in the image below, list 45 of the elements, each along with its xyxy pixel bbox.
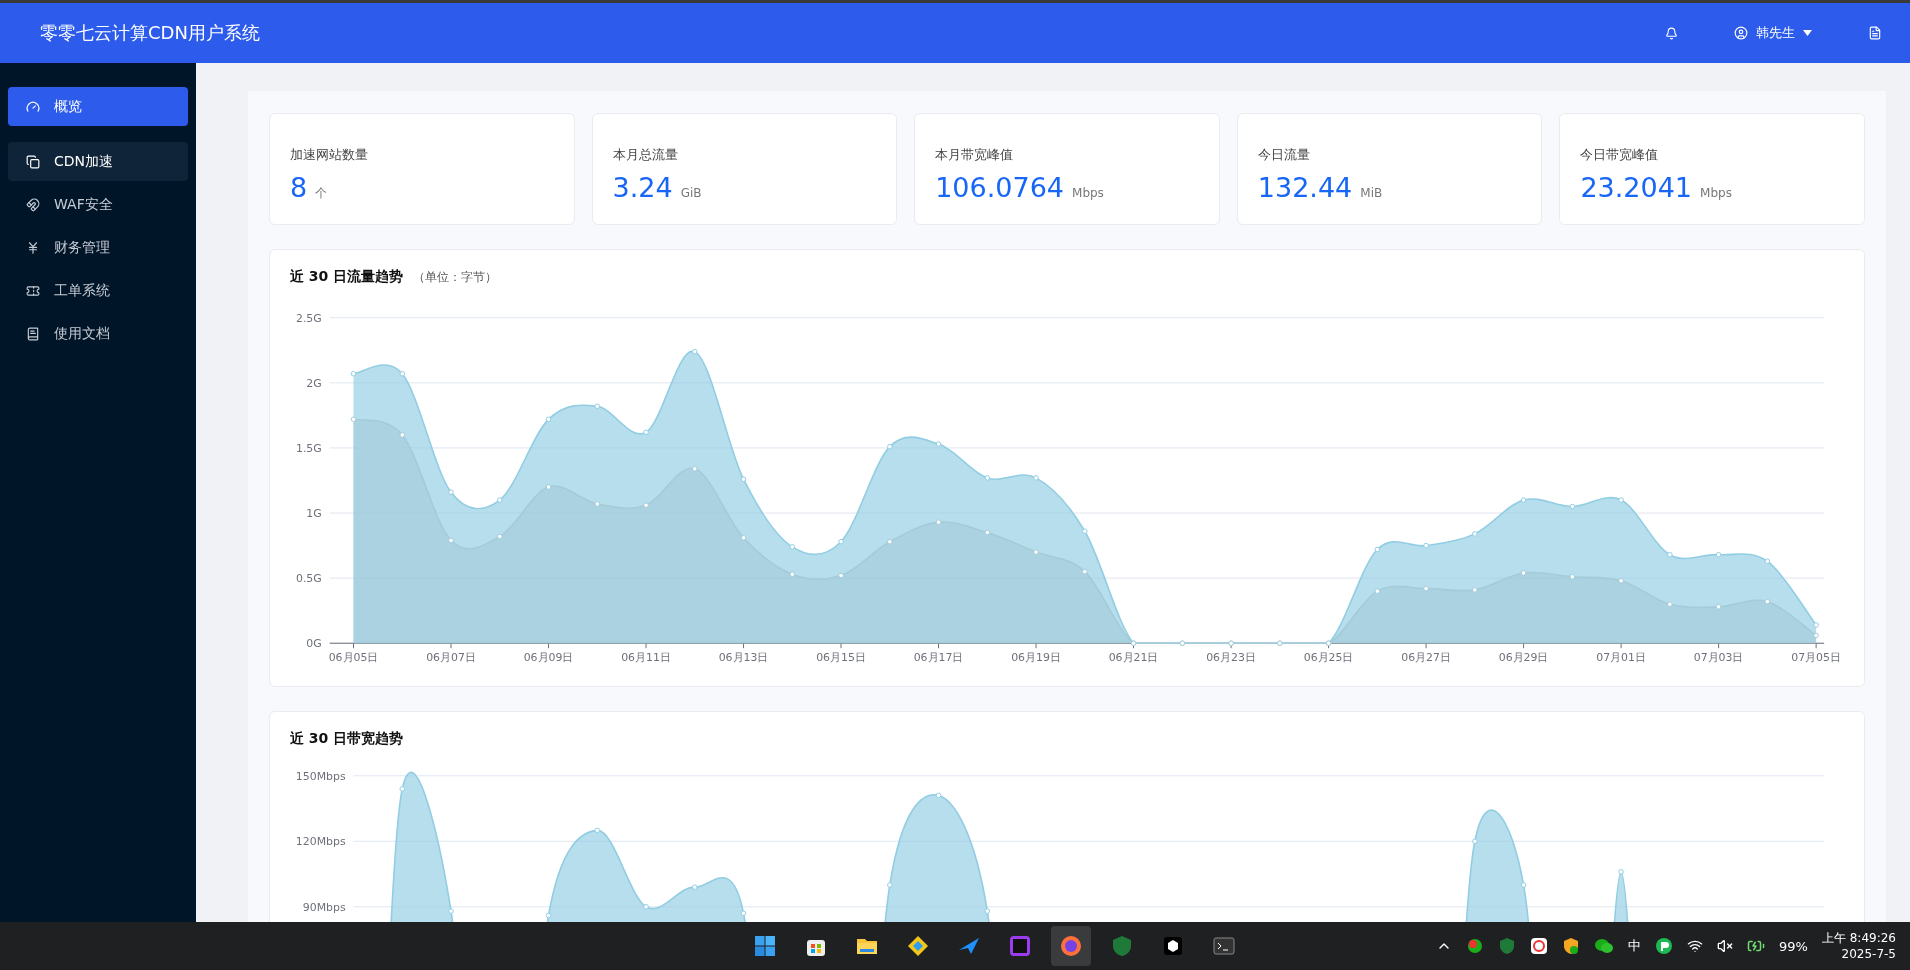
- stat-label: 今日流量: [1257, 146, 1311, 164]
- axis-label: 06月21日: [1108, 651, 1159, 665]
- axis-label: 06月29日: [1498, 651, 1549, 665]
- stat-label: 本月带宽峰值: [935, 146, 1015, 164]
- axis-label: 0.5G: [295, 572, 322, 586]
- stat-unit: Mbps: [1072, 186, 1104, 200]
- axis-label: 06月07日: [426, 651, 476, 665]
- stat-unit: GiB: [680, 186, 702, 200]
- stat-label: 加速网站数量: [290, 146, 369, 164]
- axis-label: 06月05日: [328, 651, 379, 665]
- stat-label: 今日带宽峰值: [1580, 146, 1660, 164]
- axis-label: 2G: [306, 376, 322, 390]
- axis-label: 2.5G: [295, 311, 322, 325]
- axis-label: 06月23日: [1206, 651, 1256, 665]
- stat-unit: 个: [315, 185, 328, 202]
- axis-label: 150Mbps: [295, 769, 346, 783]
- axis-label: 06月15日: [816, 651, 866, 665]
- stat-unit: MiB: [1360, 186, 1383, 200]
- axis-label: 06月11日: [621, 651, 671, 665]
- axis-label: 0G: [306, 637, 322, 651]
- axis-label: 06月19日: [1011, 651, 1061, 665]
- axis-label: 06月17日: [913, 651, 964, 665]
- stat-unit: Mbps: [1700, 186, 1732, 200]
- stat-value: 3.24: [612, 172, 673, 203]
- axis-label: 06月09日: [523, 651, 574, 665]
- app-title: 零零七云计算CDN用户系统: [40, 21, 261, 45]
- axis-label: 1G: [306, 507, 322, 520]
- battery-percent: 99%: [1779, 938, 1808, 954]
- chart-title: 近 30 日带宽趋势: [290, 730, 404, 749]
- axis-label: 07月01日: [1596, 651, 1646, 665]
- stat-label: 本月总流量: [612, 146, 679, 164]
- axis-label: 90Mbps: [302, 900, 346, 914]
- unit-note: （单位：字节）: [413, 269, 498, 286]
- axis-label: 06月25日: [1303, 651, 1354, 665]
- axis-label: 120Mbps: [295, 835, 346, 849]
- axis-label: 06月13日: [718, 651, 769, 665]
- axis-label: 07月05日: [1791, 651, 1841, 665]
- axis-label: 06月27日: [1401, 651, 1451, 665]
- stat-value: 132.44: [1257, 172, 1353, 203]
- chart-title: 近 30 日流量趋势: [290, 268, 404, 286]
- stat-value: 23.2041: [1580, 172, 1693, 203]
- axis-label: 1.5G: [295, 441, 322, 455]
- stat-value: 8: [290, 172, 308, 203]
- axis-label: 07月03日: [1693, 651, 1744, 665]
- stat-value: 106.0764: [935, 172, 1065, 203]
